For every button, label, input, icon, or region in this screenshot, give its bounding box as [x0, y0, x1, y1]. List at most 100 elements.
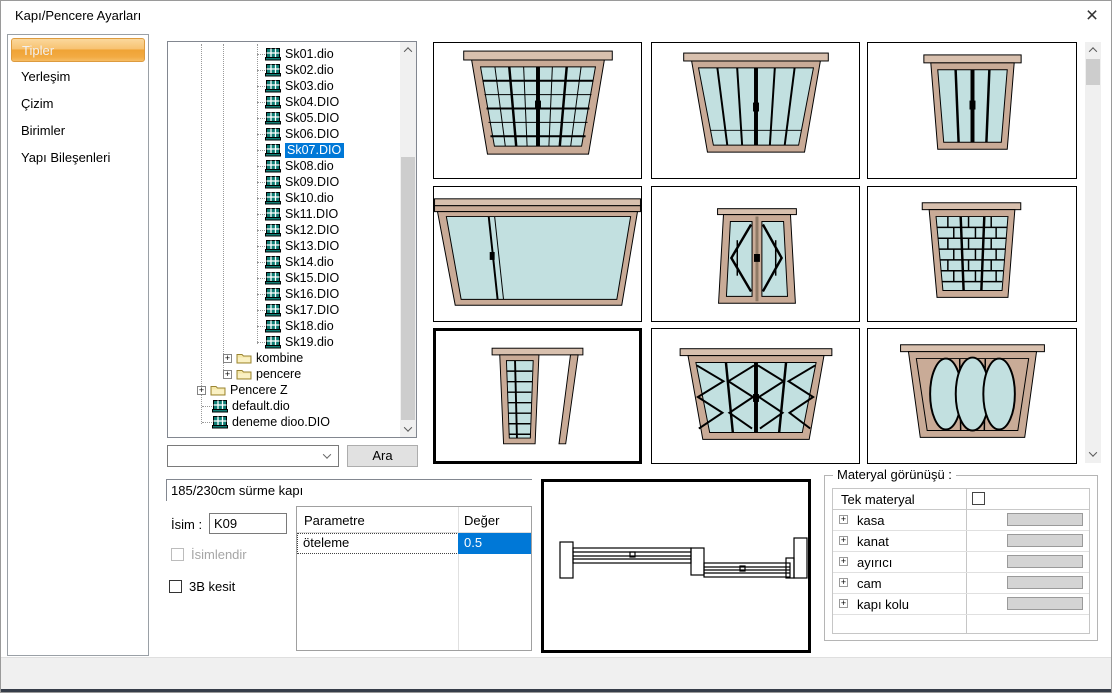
- sidebar-item-cizim[interactable]: Çizim: [11, 92, 145, 116]
- tree-item[interactable]: + Pencere Z: [168, 382, 400, 398]
- tree-item-label: Sk11.DIO: [285, 207, 338, 221]
- door-preview-drawing: [436, 331, 639, 461]
- scroll-up-icon[interactable]: [1085, 42, 1101, 58]
- search-combobox[interactable]: [167, 445, 339, 467]
- tree-item[interactable]: Sk08.dio: [168, 158, 400, 174]
- tree-item[interactable]: Sk07.DIO: [168, 142, 400, 158]
- tree-item[interactable]: default.dio: [168, 398, 400, 414]
- folder-icon: [236, 368, 252, 380]
- tree-item-label: pencere: [256, 367, 301, 381]
- thumbnail-pocket-sliding-door-open[interactable]: [433, 328, 642, 464]
- tree-item[interactable]: Sk14.dio: [168, 254, 400, 270]
- door-preview-drawing: [652, 329, 859, 463]
- thumbnail-sliding-door-zigzag-mullions[interactable]: [651, 328, 860, 464]
- tree-item[interactable]: Sk01.dio: [168, 46, 400, 62]
- close-icon[interactable]: ×: [1079, 3, 1105, 29]
- tree-connector: [257, 182, 265, 183]
- tree-item[interactable]: Sk17.DIO: [168, 302, 400, 318]
- thumbnails-scrollbar[interactable]: [1085, 42, 1101, 463]
- parameter-name-cell[interactable]: öteleme: [297, 533, 458, 554]
- expand-icon[interactable]: +: [197, 386, 206, 395]
- search-button[interactable]: Ara: [347, 445, 418, 467]
- thumbnails-scrollbar-thumb[interactable]: [1086, 59, 1100, 85]
- scroll-down-icon[interactable]: [400, 421, 416, 437]
- tree-item[interactable]: Sk11.DIO: [168, 206, 400, 222]
- search-combo-input[interactable]: [169, 447, 319, 465]
- tree-item[interactable]: Sk10.dio: [168, 190, 400, 206]
- sidebar-item-yapi-bilesenleri[interactable]: Yapı Bileşenleri: [11, 146, 145, 170]
- tree-connector: [257, 198, 265, 199]
- rename-checkbox[interactable]: [171, 548, 184, 561]
- sidebar-item-yerlesim[interactable]: Yerleşim: [11, 65, 145, 89]
- tree-item[interactable]: Sk13.DIO: [168, 238, 400, 254]
- tree-item[interactable]: Sk05.DIO: [168, 110, 400, 126]
- tree-connector: [257, 278, 265, 279]
- scroll-up-icon[interactable]: [400, 42, 416, 58]
- thumbnail-sliding-door-grid-panes[interactable]: [433, 42, 642, 179]
- material-table: Tek materyal +kasa+kanat+ayırıcı+cam+kap…: [832, 488, 1090, 634]
- tree-scrollbar-thumb[interactable]: [401, 157, 415, 420]
- dio-file-icon: [265, 208, 281, 221]
- material-color-button[interactable]: [1007, 576, 1083, 589]
- thumbnail-sliding-door-vertical-mullions[interactable]: [651, 42, 860, 179]
- tree-connector: [257, 102, 265, 103]
- dio-file-icon: [265, 304, 281, 317]
- expand-icon[interactable]: +: [839, 536, 848, 545]
- tree-item-label: Sk16.DIO: [285, 287, 339, 301]
- dialog-footer: Tamam İptal: [1, 657, 1112, 689]
- material-name-label: cam: [857, 576, 882, 591]
- tree-item[interactable]: Sk12.DIO: [168, 222, 400, 238]
- tree-item[interactable]: Sk18.dio: [168, 318, 400, 334]
- parameter-table-header: Parametre Değer: [297, 507, 531, 533]
- tree-item-label: Sk03.dio: [285, 79, 334, 93]
- tree-item[interactable]: deneme dioo.DIO: [168, 414, 400, 430]
- tree-item-label: Sk18.dio: [285, 319, 334, 333]
- expand-icon[interactable]: +: [223, 370, 232, 379]
- door-preview-drawing: [652, 187, 859, 321]
- tree-item[interactable]: Sk03.dio: [168, 78, 400, 94]
- thumbnail-sliding-door-brick-pattern[interactable]: [867, 186, 1077, 322]
- tree-item-label: Sk05.DIO: [285, 111, 339, 125]
- material-color-button[interactable]: [1007, 513, 1083, 526]
- tree-item[interactable]: Sk06.DIO: [168, 126, 400, 142]
- expand-icon[interactable]: +: [223, 354, 232, 363]
- scroll-down-icon[interactable]: [1085, 446, 1101, 462]
- tree-scrollbar[interactable]: [400, 42, 416, 437]
- parameter-value-cell[interactable]: 0.5: [458, 533, 531, 554]
- tree-item[interactable]: + pencere: [168, 366, 400, 382]
- tree-connector: [257, 86, 265, 87]
- tree-item[interactable]: Sk04.DIO: [168, 94, 400, 110]
- dio-file-icon: [265, 176, 281, 189]
- tree-item-label: Pencere Z: [230, 383, 288, 397]
- expand-icon[interactable]: +: [839, 515, 848, 524]
- thumbnail-sliding-door-oval-glass[interactable]: [867, 328, 1077, 464]
- dio-file-icon: [265, 240, 281, 253]
- thumbnail-folding-door-diamond-mullions[interactable]: [651, 186, 860, 322]
- material-color-button[interactable]: [1007, 597, 1083, 610]
- thumbnail-sliding-door-large-glass-closeup[interactable]: [433, 186, 642, 322]
- section-3d-checkbox[interactable]: [169, 580, 182, 593]
- tree-item[interactable]: Sk09.DIO: [168, 174, 400, 190]
- tree-item[interactable]: +kombine: [168, 350, 400, 366]
- expand-icon[interactable]: +: [839, 557, 848, 566]
- door-preview-drawing: [434, 187, 641, 321]
- material-color-button[interactable]: [1007, 534, 1083, 547]
- thumbnail-sliding-door-four-panes[interactable]: [867, 42, 1077, 179]
- tree-item[interactable]: Sk02.dio: [168, 62, 400, 78]
- tree-item-label: Sk19.dio: [285, 335, 334, 349]
- single-material-checkbox[interactable]: [972, 492, 985, 505]
- tree-item[interactable]: Sk16.DIO: [168, 286, 400, 302]
- material-color-button[interactable]: [1007, 555, 1083, 568]
- expand-icon[interactable]: +: [839, 578, 848, 587]
- section-3d-label: 3B kesit: [189, 579, 235, 594]
- name-input[interactable]: [209, 513, 287, 534]
- expand-icon[interactable]: +: [839, 599, 848, 608]
- sidebar-item-tipler[interactable]: Tipler: [11, 38, 145, 62]
- tree-item[interactable]: Sk15.DIO: [168, 270, 400, 286]
- file-tree: Sk01.dioSk02.dioSk03.dioSk04.DIOSk05.DIO…: [168, 42, 400, 437]
- sidebar-item-birimler[interactable]: Birimler: [11, 119, 145, 143]
- tree-connector: [257, 294, 265, 295]
- parameter-row[interactable]: öteleme0.5: [297, 533, 531, 554]
- dio-file-icon: [265, 80, 281, 93]
- tree-item[interactable]: Sk19.dio: [168, 334, 400, 350]
